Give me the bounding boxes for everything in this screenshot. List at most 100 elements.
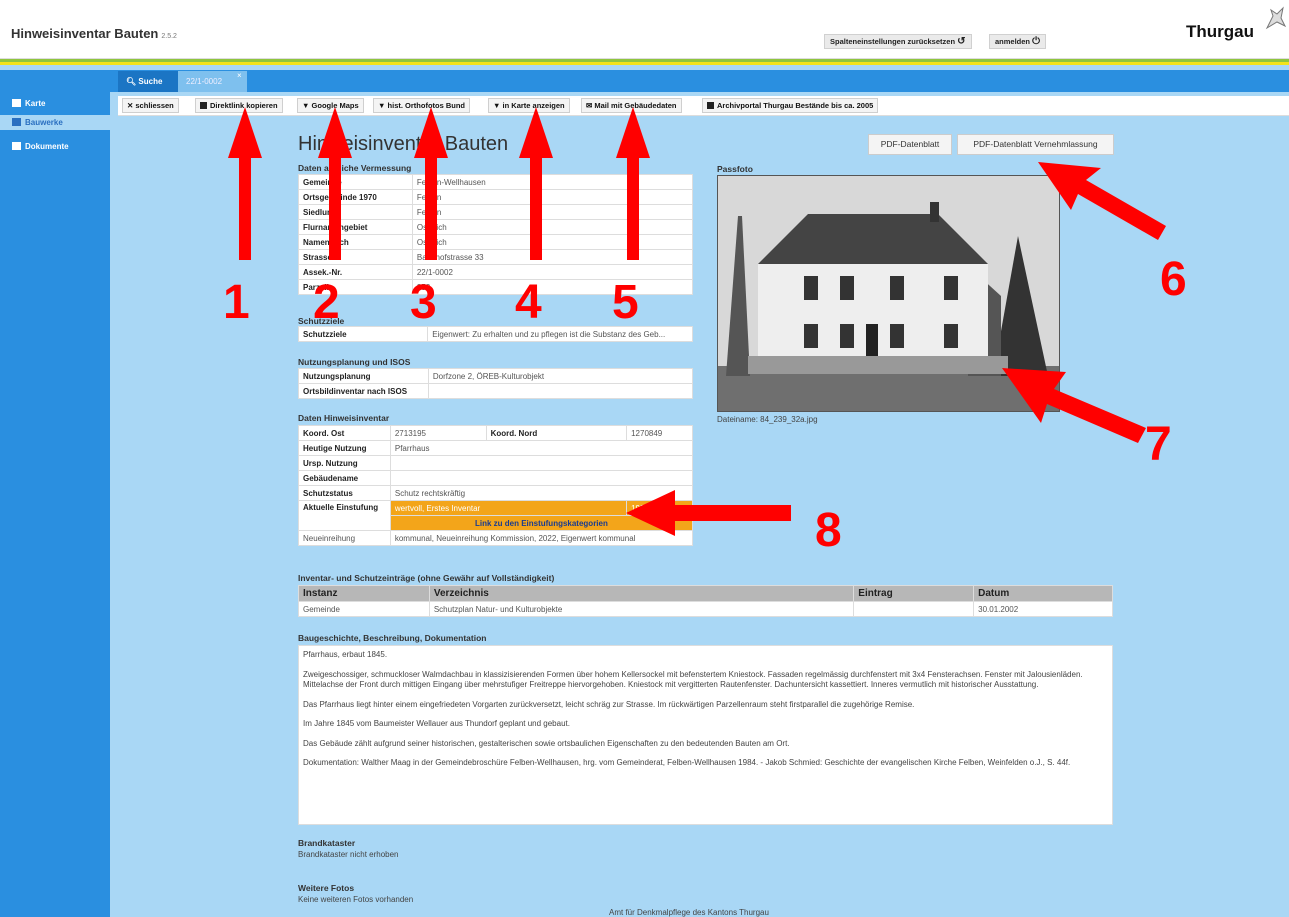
row-value: Felben-Wellhausen [411,174,694,190]
show-in-map-button[interactable]: ▼ in Karte anzeigen [488,98,570,113]
einstufung-year: 1996 [626,500,693,516]
description-paragraph: Dokumentation: Walther Maag in der Gemei… [303,758,1071,767]
table-cell [853,601,975,617]
mail-building-data-button[interactable]: ✉ Mail mit Gebäudedaten [581,98,682,113]
row-key: Ortsbildinventar nach ISOS [298,383,429,399]
pdf-consultation-button[interactable]: PDF-Datenblatt Vernehmlassung [957,134,1114,155]
table-row: Gemeinde Schutzplan Natur- und Kulturobje… [298,601,1113,617]
table-row: Strasse Bahnhofstrasse 33 [298,249,694,265]
map-marker-icon: ▼ [493,101,501,110]
section-title-inventar: Inventar- und Schutzeinträge (ohne Gewäh… [298,573,555,583]
description-paragraph: Das Gebäude zählt aufgrund seiner histor… [303,738,790,748]
sidebar-item-dokumente[interactable]: Dokumente [0,139,110,154]
column-header[interactable]: Instanz [298,585,430,602]
row-value: Pfarrhaus [389,440,694,456]
section-title-vermessung: Daten amtliche Vermessung [298,163,412,173]
neueinreihung-value: kommunal, Neueinreihung Kommission, 2022… [389,530,694,546]
description-paragraph: Zweigeschossiger, schmuckloser Walmdachb… [303,669,1083,690]
row-key: Heutige Nutzung [298,440,391,456]
table-header-row: Instanz Verzeichnis Eintrag Datum [298,585,1113,602]
app-header: Hinweisinventar Bauten 2.5.2 Spalteneinst… [0,0,1289,59]
thurgau-logo-text: Thurgau [1186,22,1254,41]
table-row: Siedlung Felben [298,204,694,220]
document-icon [12,142,21,150]
row-value: Schutz rechtskräftig [389,485,694,501]
row-value [389,470,694,486]
close-record-button[interactable]: ✕ schliessen [122,98,179,113]
annotation-label-1: 1 [223,276,250,329]
table-row: Parzelle 253 [298,279,694,295]
row-value [389,455,694,471]
description-paragraph: Das Pfarrhaus liegt hinter einem eingefr… [303,699,915,709]
google-maps-label: Google Maps [311,101,359,110]
login-button[interactable]: anmelden ⏻ [989,34,1047,49]
table-row: Nutzungsplanung Dorfzone 2, ÖREB-Kulturob… [298,368,694,384]
row-key: Namenbuch [298,234,413,250]
sidebar-item-karte[interactable]: Karte [0,96,110,111]
table-row: Namenbuch Ostreich [298,234,694,250]
row-value: Bahnhofstrasse 33 [411,249,694,265]
header-stripe-yellow [0,62,1289,65]
search-icon: 🔍︎ [126,77,137,86]
column-header[interactable]: Eintrag [853,585,975,602]
einstufung-value: wertvoll, Erstes Inventar [389,500,628,516]
reset-columns-button[interactable]: Spalteneinstellungen zurücksetzen ↺ [824,34,972,49]
sidebar-item-label: Karte [25,99,46,108]
section-title-hinweisinventar: Daten Hinweisinventar [298,413,390,423]
row-key: Schutzstatus [298,485,391,501]
fotos-title: Weitere Fotos [298,883,355,893]
map-marker-icon: ▼ [302,101,310,110]
tab-suche[interactable]: 🔍︎ Suche [118,71,178,92]
historical-orthophotos-button[interactable]: ▼ hist. Orthofotos Bund [373,98,471,113]
passfoto-label: Passfoto [717,164,753,174]
schutzziele-value: Eigenwert: Zu erhalten und zu pflegen is… [427,326,693,342]
sidebar-item-bauwerke[interactable]: Bauwerke [0,115,110,130]
table-row: Gebäudename [298,470,694,486]
annotation-label-7: 7 [1145,418,1172,471]
arrow-up-1 [228,107,262,260]
row-value [427,383,694,399]
archive-portal-button[interactable]: Archivportal Thurgau Bestände bis ca. 20… [702,98,879,113]
close-record-label: schliessen [135,101,174,110]
tab-close-icon[interactable]: × [237,71,242,80]
schutzziele-key: Schutzziele [297,326,429,342]
vermessung-table: Gemeinde Felben-Wellhausen Ortsgemeinde 19… [298,174,694,295]
einstufung-categories-link[interactable]: Link zu den Einstufungskategorien [389,515,694,531]
app-title: Hinweisinventar Bauten 2.5.2 [11,26,177,41]
section-title-schutzziele: Schutzziele [298,316,345,326]
archive-portal-label: Archivportal Thurgau Bestände bis ca. 20… [717,101,874,110]
power-icon: ⏻ [1032,36,1041,47]
tab-label: 22/1-0002 [186,77,223,86]
koord-nord-value: 1270849 [626,425,693,441]
row-key: Gemeinde [298,174,413,190]
table-row: Neueinreihung kommunal, Neueinreihung Ko… [298,530,694,546]
mail-building-data-label: Mail mit Gebäudedaten [594,101,677,110]
building-photo[interactable] [717,175,1060,412]
table-row: Gemeinde Felben-Wellhausen [298,174,694,190]
close-icon: ✕ [127,101,134,110]
row-value: 22/1-0002 [411,264,694,280]
app-title-text: Hinweisinventar Bauten [11,26,159,41]
section-title-nutzung: Nutzungsplanung und ISOS [298,357,411,367]
row-key: Ursp. Nutzung [298,455,391,471]
column-header[interactable]: Datum [973,585,1113,602]
table-row: Ortsgemeinde 1970 Felben [298,189,694,205]
row-key: Nutzungsplanung [298,368,429,384]
pdf-datasheet-button[interactable]: PDF-Datenblatt [868,134,952,155]
row-value: Felben [411,189,694,205]
einstufung-key: Aktuelle Einstufung [298,500,391,531]
section-title-baugeschichte: Baugeschichte, Beschreibung, Dokumentati… [298,633,487,643]
google-maps-button[interactable]: ▼ Google Maps [297,98,364,113]
column-header[interactable]: Verzeichnis [428,585,855,602]
row-value: Dorfzone 2, ÖREB-Kulturobjekt [427,368,694,384]
historical-orthophotos-label: hist. Orthofotos Bund [387,101,466,110]
table-row: Ortsbildinventar nach ISOS [298,383,694,399]
archive-box-icon [707,102,714,109]
copy-direct-link-label: Direktlink kopieren [210,101,278,110]
sidebar-item-label: Dokumente [25,142,69,151]
table-row: Flurnamengebiet Ostreich [298,219,694,235]
row-key: Parzelle [298,279,413,295]
hinweisinventar-table: Koord. Ost 2713195 Koord. Nord 1270849 H… [298,425,694,546]
copy-direct-link-button[interactable]: Direktlink kopieren [195,98,283,113]
schutzziele-table: Schutzziele Eigenwert: Zu erhalten und z… [297,326,693,342]
